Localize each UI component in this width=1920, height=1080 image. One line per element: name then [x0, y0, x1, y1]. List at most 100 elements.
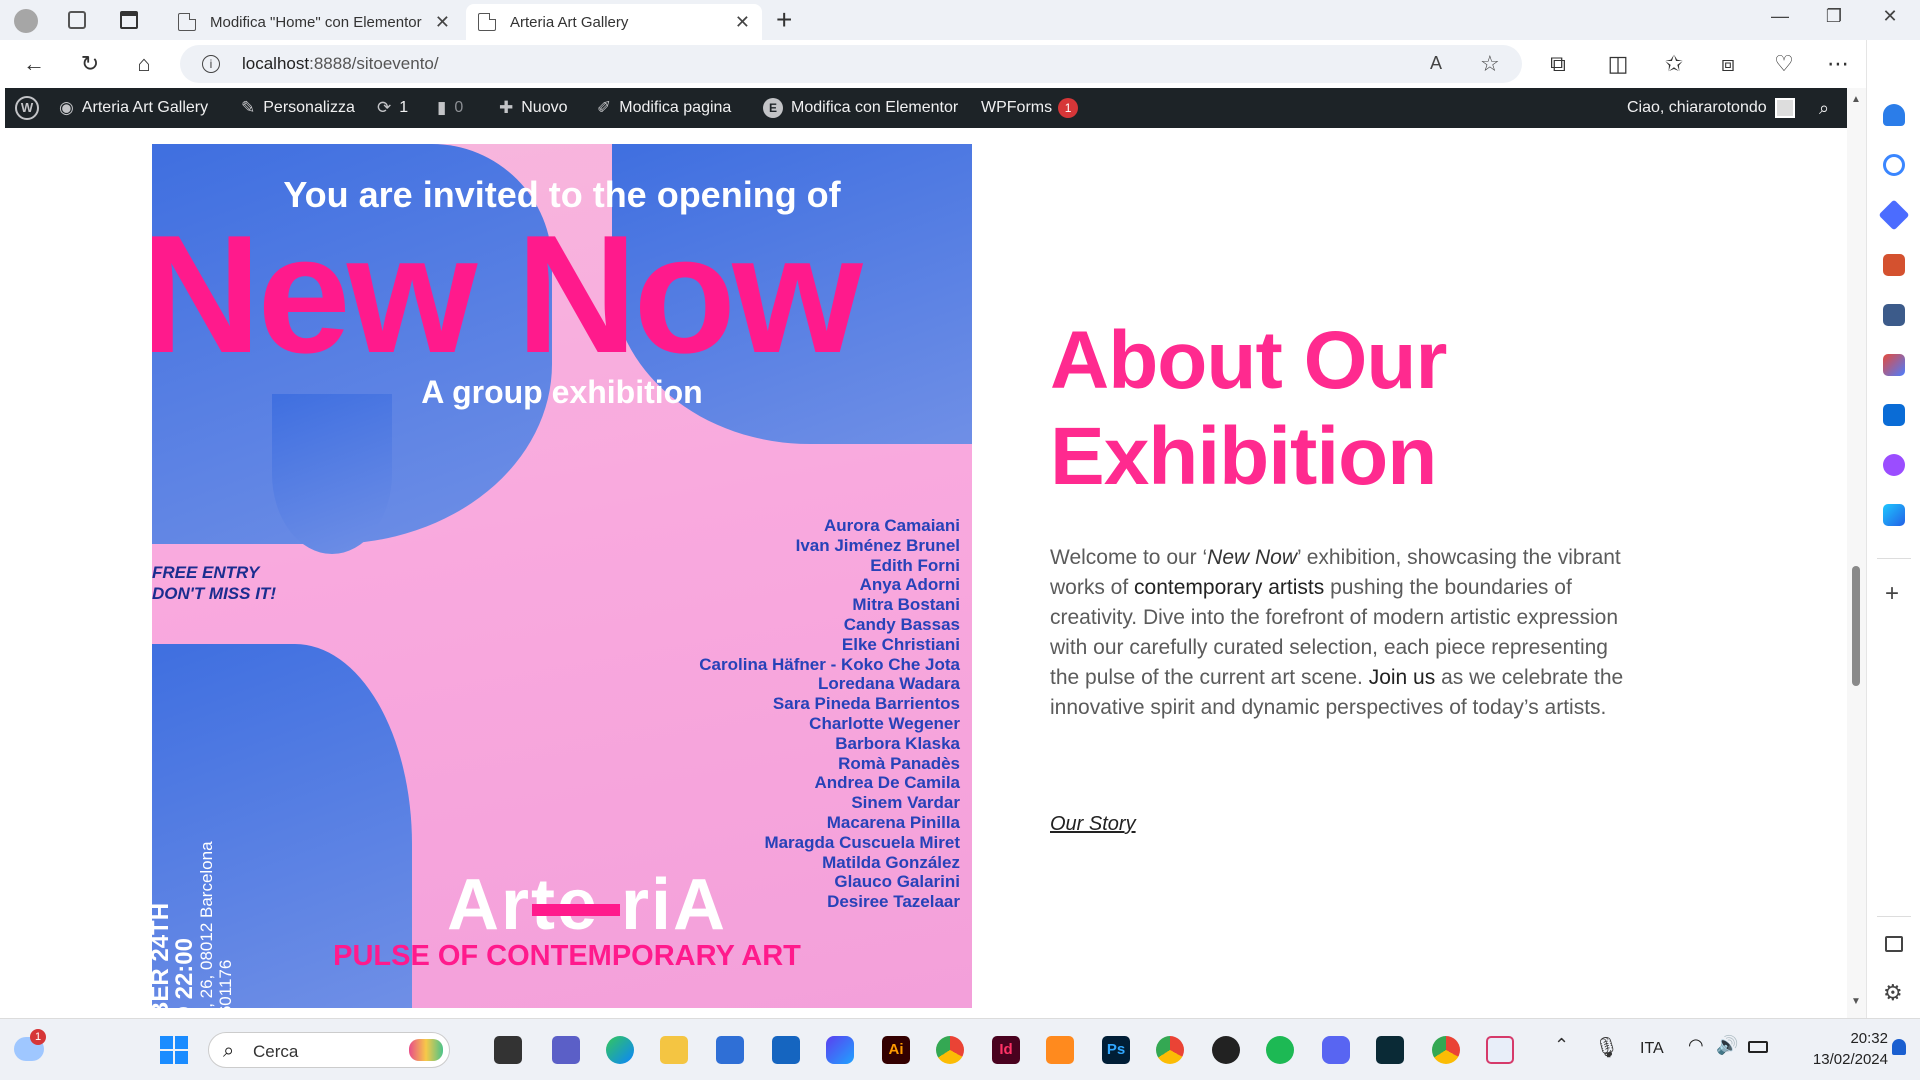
reload-icon[interactable]: ↻	[76, 50, 104, 78]
page-icon	[178, 13, 196, 31]
scroll-up-icon[interactable]: ▲	[1851, 94, 1861, 105]
illustrator-icon[interactable]: Ai	[882, 1036, 910, 1064]
wp-updates[interactable]: ⟳ 1	[377, 88, 408, 128]
comment-icon: ▮	[437, 98, 447, 117]
toolbox-icon[interactable]	[1883, 254, 1905, 276]
brush-icon: ✎	[241, 98, 256, 117]
address-bar[interactable]: i localhost:8888/sitoevento/ A ☆	[180, 45, 1522, 83]
mic-muted-icon[interactable]: 🎙	[1594, 1035, 1619, 1060]
teams-icon[interactable]	[552, 1036, 580, 1064]
edge-icon[interactable]	[606, 1036, 634, 1064]
more-menu-icon[interactable]: ⋯	[1824, 50, 1852, 78]
avatar	[1774, 98, 1795, 118]
snipping-tool-icon[interactable]	[1486, 1036, 1514, 1064]
wp-edit-page[interactable]: ✐ Modifica pagina	[597, 88, 731, 128]
page-scrollbar[interactable]: ▲ ▼	[1847, 88, 1866, 1018]
wp-wpforms[interactable]: WPForms 1	[981, 88, 1079, 128]
designer-icon[interactable]	[1883, 454, 1905, 476]
search-icon: ⌕	[223, 1040, 235, 1062]
logo-bar	[532, 904, 620, 916]
minimize-button[interactable]: —	[1760, 6, 1800, 27]
restore-button[interactable]: ❐	[1814, 6, 1854, 27]
clock-time[interactable]: 20:32	[1790, 1030, 1888, 1047]
poster-subtitle: A group exhibition	[421, 374, 703, 410]
chrome-icon[interactable]	[936, 1036, 964, 1064]
tab-arteria[interactable]: Arteria Art Gallery ✕	[466, 4, 762, 40]
chrome-user-icon[interactable]	[1432, 1036, 1460, 1064]
mail-icon[interactable]	[772, 1036, 800, 1064]
start-windows-icon[interactable]	[160, 1036, 188, 1064]
file-explorer-icon[interactable]	[660, 1036, 688, 1064]
sidebar-divider	[1877, 916, 1911, 917]
chrome-profile-icon[interactable]	[1156, 1036, 1184, 1064]
artist-name: Sara Pineda Barrientos	[772, 694, 960, 714]
workspaces-icon[interactable]	[68, 11, 86, 29]
wp-comments[interactable]: ▮ 0	[437, 88, 463, 128]
wp-customize[interactable]: ✎ Personalizza	[241, 88, 355, 128]
volume-icon[interactable]: 🔊	[1716, 1035, 1738, 1056]
gallery-tagline: PULSE OF CONTEMPORARY ART	[333, 940, 801, 972]
search-highlight-icon	[409, 1039, 443, 1061]
close-window-button[interactable]: ✕	[1870, 6, 1910, 27]
settings-gear-icon[interactable]: ⚙	[1883, 980, 1903, 1006]
tab-elementor[interactable]: Modifica "Home" con Elementor ✕	[166, 4, 462, 40]
favorites-icon[interactable]: ✩	[1660, 50, 1688, 78]
extensions-icon[interactable]: ⧉	[1544, 50, 1572, 78]
home-icon[interactable]: ⌂	[130, 50, 158, 78]
add-icon[interactable]: +	[1885, 580, 1899, 608]
battery-icon[interactable]	[1748, 1041, 1768, 1053]
panel-toggle-icon[interactable]	[1885, 936, 1903, 952]
wp-site-name[interactable]: ◉ Arteria Art Gallery	[59, 88, 208, 128]
clock-date[interactable]: 13/02/2024	[1772, 1051, 1888, 1068]
send-icon[interactable]	[1883, 504, 1905, 526]
url-text[interactable]: localhost:8888/sitoevento/	[242, 54, 439, 74]
scroll-down-icon[interactable]: ▼	[1851, 996, 1861, 1007]
wp-edit-elementor[interactable]: E Modifica con Elementor	[763, 88, 958, 128]
store-icon[interactable]	[716, 1036, 744, 1064]
discord-icon[interactable]	[1322, 1036, 1350, 1064]
tray-chevron-icon[interactable]: ⌃	[1554, 1035, 1569, 1056]
github-icon[interactable]	[1212, 1036, 1240, 1064]
indesign-icon[interactable]: Id	[992, 1036, 1020, 1064]
close-icon[interactable]: ✕	[435, 12, 450, 33]
back-icon[interactable]: ←	[20, 50, 48, 78]
new-tab-button[interactable]: +	[776, 4, 792, 36]
copilot-app-icon[interactable]	[826, 1036, 854, 1064]
bell-icon[interactable]	[1883, 104, 1905, 126]
webstorm-icon[interactable]	[1376, 1036, 1404, 1064]
read-aloud-icon[interactable]: A	[1430, 53, 1442, 74]
wp-new[interactable]: ✚ Nuovo	[499, 88, 568, 128]
event-phone: Tel. +34 611601176	[216, 567, 235, 1008]
scroll-thumb[interactable]	[1852, 566, 1860, 686]
search-icon[interactable]	[1883, 154, 1905, 176]
office-icon[interactable]	[1883, 354, 1905, 376]
taskbar-search[interactable]: ⌕ Cerca	[208, 1032, 450, 1068]
performance-icon[interactable]: ♡	[1770, 50, 1798, 78]
shopping-tag-icon[interactable]	[1878, 199, 1910, 231]
photoshop-icon[interactable]: Ps	[1102, 1036, 1130, 1064]
search-icon[interactable]: ⌕	[1819, 88, 1829, 128]
profile-icon[interactable]	[14, 9, 38, 33]
plus-icon: ✚	[499, 98, 514, 117]
spotify-icon[interactable]	[1266, 1036, 1294, 1064]
artist-name: Edith Forni	[870, 555, 960, 575]
language-indicator[interactable]: ITA	[1640, 1040, 1664, 1058]
games-icon[interactable]	[1883, 304, 1905, 326]
wp-logo-icon[interactable]: W	[15, 88, 39, 128]
wifi-icon[interactable]: ◠	[1688, 1035, 1704, 1056]
notifications-bell-icon[interactable]	[1892, 1039, 1906, 1055]
close-icon[interactable]: ✕	[735, 12, 750, 33]
wp-account[interactable]: Ciao, chiararotondo	[1627, 88, 1795, 128]
artist-list: Aurora Camaiani Ivan Jiménez Brunel Edit…	[699, 516, 960, 912]
split-screen-icon[interactable]: ◫	[1604, 50, 1632, 78]
url-host: localhost	[242, 54, 310, 73]
info-icon[interactable]: i	[202, 55, 220, 73]
our-story-link[interactable]: Our Story	[1050, 813, 1136, 836]
tab-actions-icon[interactable]	[120, 11, 138, 29]
outlook-icon[interactable]	[1883, 404, 1905, 426]
favorite-star-icon[interactable]: ☆	[1480, 51, 1500, 77]
sidebar-divider	[1877, 558, 1911, 559]
collections-icon[interactable]: ⧈	[1714, 50, 1742, 78]
app-orange-icon[interactable]	[1046, 1036, 1074, 1064]
task-view-icon[interactable]	[494, 1036, 522, 1064]
